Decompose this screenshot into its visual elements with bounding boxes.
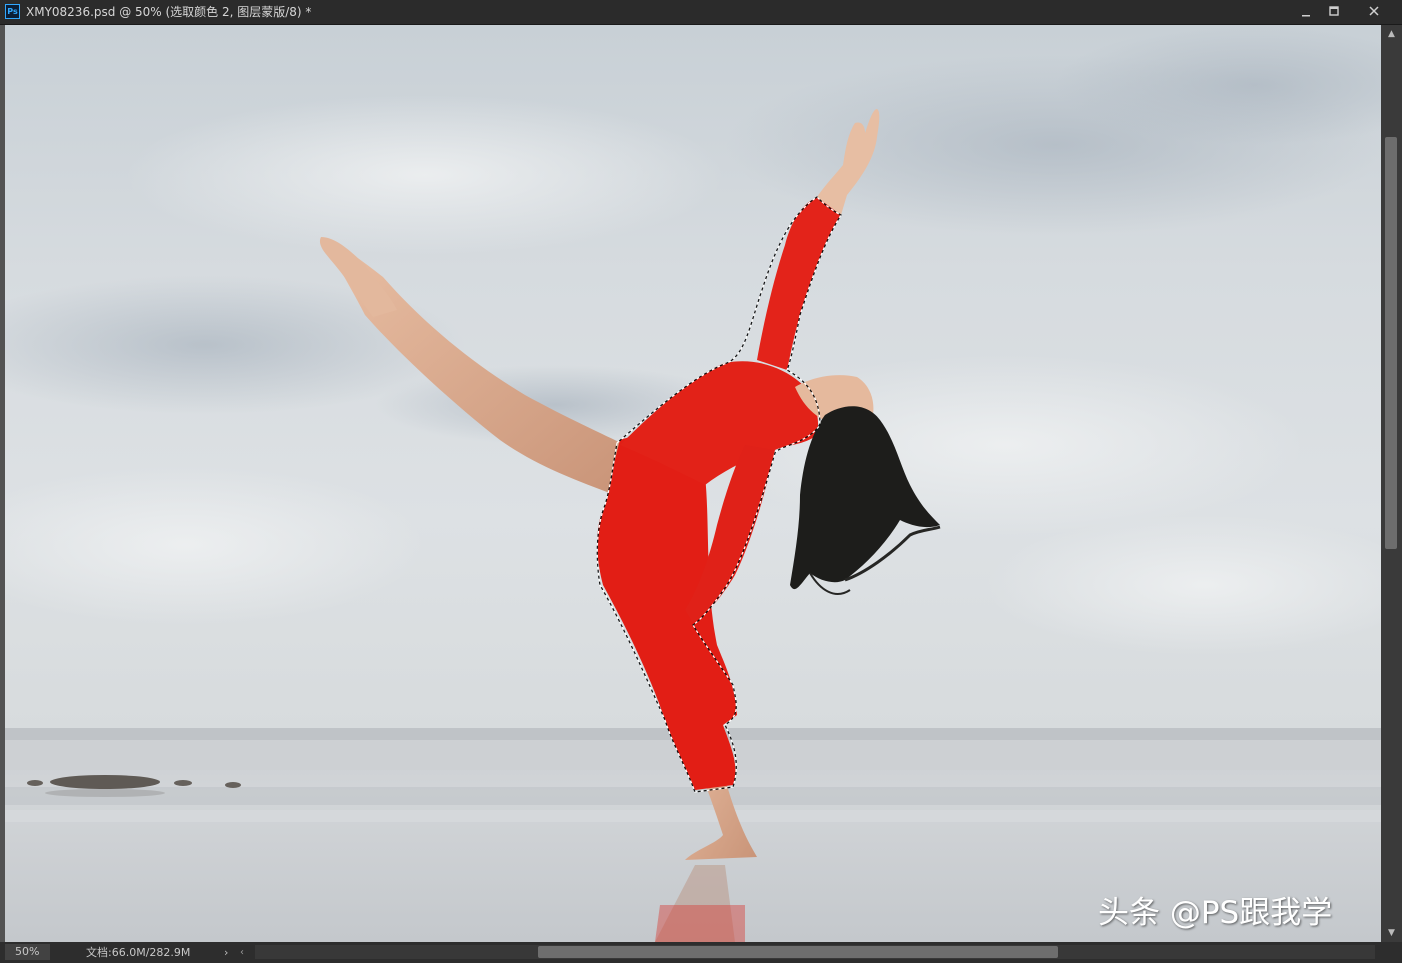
scroll-up-icon[interactable]: ▲ xyxy=(1381,27,1402,41)
status-bar: 50% 文档:66.0M/282.9M › ‹ xyxy=(0,942,1402,963)
vertical-scroll-thumb[interactable] xyxy=(1385,137,1397,549)
watermark-text: 头条 @PS跟我学 xyxy=(1098,895,1333,931)
maximize-button[interactable] xyxy=(1318,1,1350,21)
status-menu-arrow-icon[interactable]: › xyxy=(224,942,228,963)
scroll-down-icon[interactable]: ▼ xyxy=(1381,926,1402,940)
title-bar[interactable]: Ps XMY08236.psd @ 50% (选取颜色 2, 图层蒙版/8) * xyxy=(0,0,1402,25)
horizontal-scroll-thumb[interactable] xyxy=(538,946,1058,958)
zoom-level-field[interactable]: 50% xyxy=(5,944,50,960)
minimize-icon xyxy=(1302,15,1310,17)
close-button[interactable] xyxy=(1352,1,1396,21)
ps-app-icon: Ps xyxy=(5,4,20,19)
maximize-icon xyxy=(1329,6,1339,16)
horizontal-scrollbar[interactable] xyxy=(255,945,1375,959)
document-title: XMY08236.psd @ 50% (选取颜色 2, 图层蒙版/8) * xyxy=(26,5,312,19)
vertical-scrollbar[interactable]: ▲ ▼ xyxy=(1381,25,1402,942)
photoshop-document-window: Ps XMY08236.psd @ 50% (选取颜色 2, 图层蒙版/8) * xyxy=(0,0,1402,963)
scroll-left-icon[interactable]: ‹ xyxy=(240,942,244,963)
document-size-info: 文档:66.0M/282.9M xyxy=(86,946,191,959)
close-icon xyxy=(1369,6,1379,16)
photo-canvas-image xyxy=(5,25,1381,942)
document-canvas[interactable] xyxy=(5,25,1381,942)
